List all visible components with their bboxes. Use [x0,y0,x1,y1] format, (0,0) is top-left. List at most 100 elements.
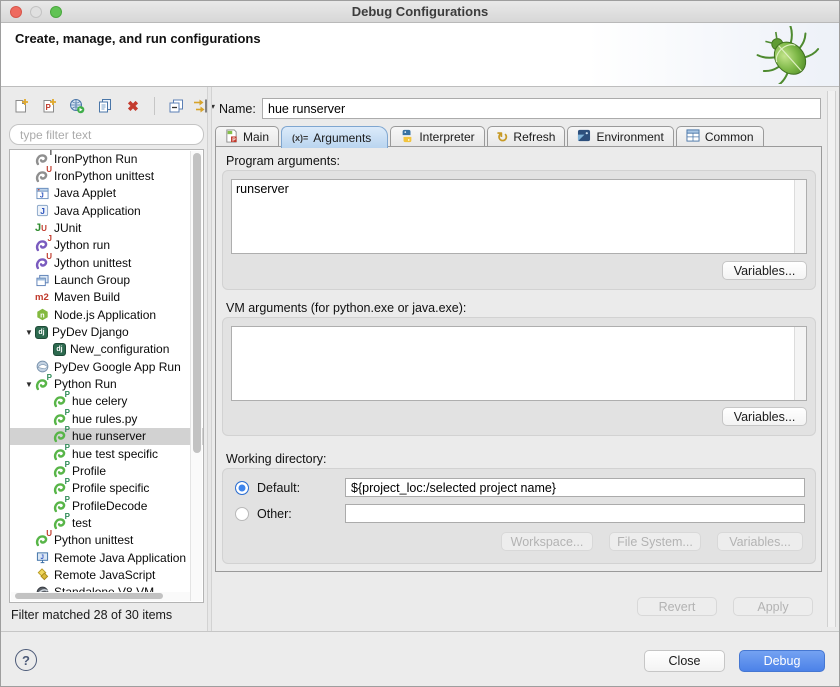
tree-item-new-configuration[interactable]: djNew_configuration [10,341,203,358]
apply-button[interactable]: Apply [733,597,813,616]
new-configuration-button[interactable] [9,94,33,118]
filter-input[interactable] [9,124,204,145]
duplicate-button[interactable] [93,94,117,118]
close-button[interactable]: Close [644,650,725,672]
tree-item-label: New_configuration [70,342,169,356]
revert-button[interactable]: Revert [637,597,717,616]
default-radio[interactable] [235,481,249,495]
jython-unittest-icon: U [35,256,50,270]
program-arguments-textarea[interactable]: runserver [232,180,806,253]
debug-configurations-dialog: Debug Configurations Create, manage, and… [0,0,840,687]
tree-item-ironpython-run[interactable]: IIronPython Run [10,150,203,167]
tree-item-python-run[interactable]: ▼PPython Run [10,375,203,392]
tree-item-hue-rules-py[interactable]: Phue rules.py [10,410,203,427]
expander-icon[interactable]: ▼ [23,380,35,389]
right-scroll-track[interactable] [827,91,836,627]
name-label: Name: [219,102,256,116]
vm-arguments-textarea[interactable] [232,327,806,400]
python-run-icon: P [53,499,68,513]
tree-item-hue-celery[interactable]: Phue celery [10,393,203,410]
other-directory-input[interactable] [345,504,805,523]
scrollbar-thumb[interactable] [193,153,201,453]
directory-variables-button[interactable]: Variables... [717,532,803,551]
tree-item-ironpython-unittest[interactable]: UIronPython unittest [10,167,203,184]
tree-item-label: hue test specific [72,447,158,461]
tree-item-hue-test-specific[interactable]: Phue test specific [10,445,203,462]
tree-horizontal-scrollbar[interactable] [11,592,190,601]
working-directory-label: Working directory: [226,452,327,466]
tree-item-node-js-application[interactable]: nNode.js Application [10,306,203,323]
textarea-scrollbar[interactable] [794,180,806,253]
sidebar-toolbar: P ✖ ▾ [9,93,216,119]
tree-item-jython-unittest[interactable]: UJython unittest [10,254,203,271]
refresh-icon: ↻ [497,130,509,144]
tab-main[interactable]: PMain [215,126,279,147]
python-run-icon: P [53,394,68,408]
tree-item-label: ProfileDecode [72,499,147,513]
tab-interpreter[interactable]: Interpreter [390,126,484,147]
scrollbar-thumb[interactable] [15,593,163,599]
tree-item-profile[interactable]: PProfile [10,462,203,479]
delete-button[interactable]: ✖ [121,94,145,118]
dialog-footer: ? Close Debug [1,631,839,687]
tree-item-remote-java-application[interactable]: JRemote Java Application [10,549,203,566]
textarea-scrollbar[interactable] [794,327,806,400]
tree-vertical-scrollbar[interactable] [190,151,202,601]
tree-item-remote-javascript[interactable]: Remote JavaScript [10,566,203,583]
workspace-button[interactable]: Workspace... [501,532,593,551]
program-arguments-variables-button[interactable]: Variables... [722,261,807,280]
svg-text:J: J [40,192,44,199]
tree-item-junit[interactable]: JUJUnit [10,219,203,236]
java-applet-icon: J [35,186,50,200]
expander-icon[interactable]: ▼ [23,328,35,337]
tree-item-label: Jython run [54,238,110,252]
svg-text:J: J [40,206,45,216]
python-run-icon: P [53,481,68,495]
ironpython-unittest-icon: U [35,169,50,183]
tab-label: Environment [596,130,663,144]
tab-common[interactable]: Common [676,126,764,147]
header-title: Create, manage, and run configurations [15,31,261,46]
filter-configurations-button[interactable]: ▾ [192,94,216,118]
tree-item-maven-build[interactable]: m2Maven Build [10,289,203,306]
window-title: Debug Configurations [1,4,839,19]
tab-arguments[interactable]: (x)=Arguments [281,126,388,148]
tab-bar: PMain(x)=Arguments Interpreter ↻Refresh Env… [215,125,766,147]
tree-item-label: Java Applet [54,186,116,200]
file-system-button[interactable]: File System... [609,532,701,551]
vm-arguments-variables-button[interactable]: Variables... [722,407,807,426]
tab-refresh[interactable]: ↻Refresh [487,126,566,147]
help-button[interactable]: ? [15,649,37,671]
toolbar-separator [154,97,155,115]
tree-item-label: Python unittest [54,533,133,547]
default-directory-input[interactable] [345,478,805,497]
other-radio[interactable] [235,507,249,521]
tree-item-hue-runserver[interactable]: Phue runserver [10,428,203,445]
python-run-icon: P [53,412,68,426]
debug-button[interactable]: Debug [739,650,825,672]
panel-sash[interactable] [207,87,212,631]
export-configurations-button[interactable] [65,94,89,118]
python-run-icon: P [35,377,50,391]
new-prototype-button[interactable]: P [37,94,61,118]
name-input[interactable] [262,98,821,119]
tab-environment[interactable]: Environment [567,126,673,147]
tree-item-pydev-django[interactable]: ▼djPyDev Django [10,323,203,340]
tree-item-jython-run[interactable]: JJython run [10,237,203,254]
tree-item-label: Maven Build [54,290,120,304]
tree-item-python-unittest[interactable]: UPython unittest [10,532,203,549]
tree-item-java-application[interactable]: JJava Application [10,202,203,219]
tree-item-label: Node.js Application [54,308,156,322]
collapse-all-button[interactable] [164,94,188,118]
tab-label: Common [705,130,754,144]
tree-item-test[interactable]: Ptest [10,514,203,531]
tree-item-java-applet[interactable]: J Java Applet [10,185,203,202]
tree-item-profiledecode[interactable]: P ProfileDecode [10,497,203,514]
tree-item-profile-specific[interactable]: PProfile specific [10,480,203,497]
tree-item-label: PyDev Google App Run [54,360,181,374]
tab-label: Interpreter [419,130,474,144]
vm-arguments-group: Variables... [222,317,816,436]
tree-item-launch-group[interactable]: Launch Group [10,271,203,288]
tree-item-pydev-google-app-run[interactable]: PyDev Google App Run [10,358,203,375]
working-directory-group: Default: Other: Workspace... File System… [222,468,816,564]
